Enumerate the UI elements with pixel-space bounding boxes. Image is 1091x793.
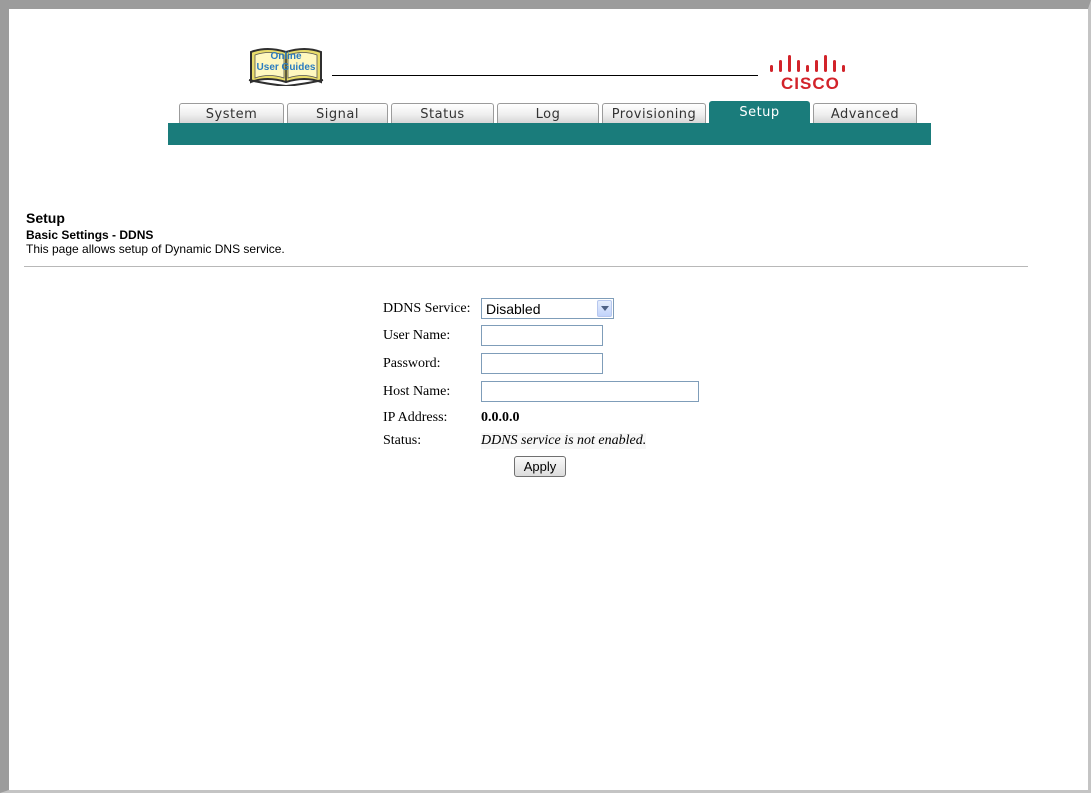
user-name-label: User Name: — [383, 328, 451, 343]
dropdown-arrow-icon[interactable] — [597, 300, 612, 317]
page-title: Setup — [26, 210, 65, 226]
ddns-service-value: Disabled — [486, 301, 541, 317]
tab-underline-bar — [168, 123, 931, 145]
ip-address-value: 0.0.0.0 — [481, 410, 520, 425]
tab-log[interactable]: Log — [497, 103, 599, 123]
section-divider — [24, 266, 1028, 267]
logo-line-2: User Guides — [256, 62, 316, 73]
apply-button[interactable]: Apply — [514, 456, 566, 477]
host-name-label: Host Name: — [383, 384, 451, 399]
status-label: Status: — [383, 433, 422, 448]
header-rule — [332, 75, 758, 76]
cisco-logo-text: CISCO — [781, 74, 840, 93]
logo-line-1: Online — [270, 51, 302, 62]
tab-signal[interactable]: Signal — [287, 103, 388, 123]
page-subtitle: Basic Settings - DDNS — [26, 228, 154, 242]
ddns-service-select[interactable]: Disabled — [481, 298, 614, 319]
ddns-service-label: DDNS Service: — [383, 301, 471, 316]
ip-address-label: IP Address: — [383, 410, 448, 425]
tab-provisioning[interactable]: Provisioning — [602, 103, 706, 123]
password-label: Password: — [383, 356, 441, 371]
cisco-logo-bars-icon — [770, 55, 845, 72]
password-input[interactable] — [481, 353, 603, 374]
tab-setup[interactable]: Setup — [709, 101, 810, 123]
tab-advanced[interactable]: Advanced — [813, 103, 917, 123]
tab-status[interactable]: Status — [391, 103, 494, 123]
online-user-guides-logo[interactable]: Online User Guides — [247, 46, 325, 88]
tab-system[interactable]: System — [179, 103, 284, 123]
host-name-input[interactable] — [481, 381, 699, 402]
status-value: DDNS service is not enabled. — [481, 433, 647, 449]
page-description: This page allows setup of Dynamic DNS se… — [26, 242, 285, 256]
user-name-input[interactable] — [481, 325, 603, 346]
